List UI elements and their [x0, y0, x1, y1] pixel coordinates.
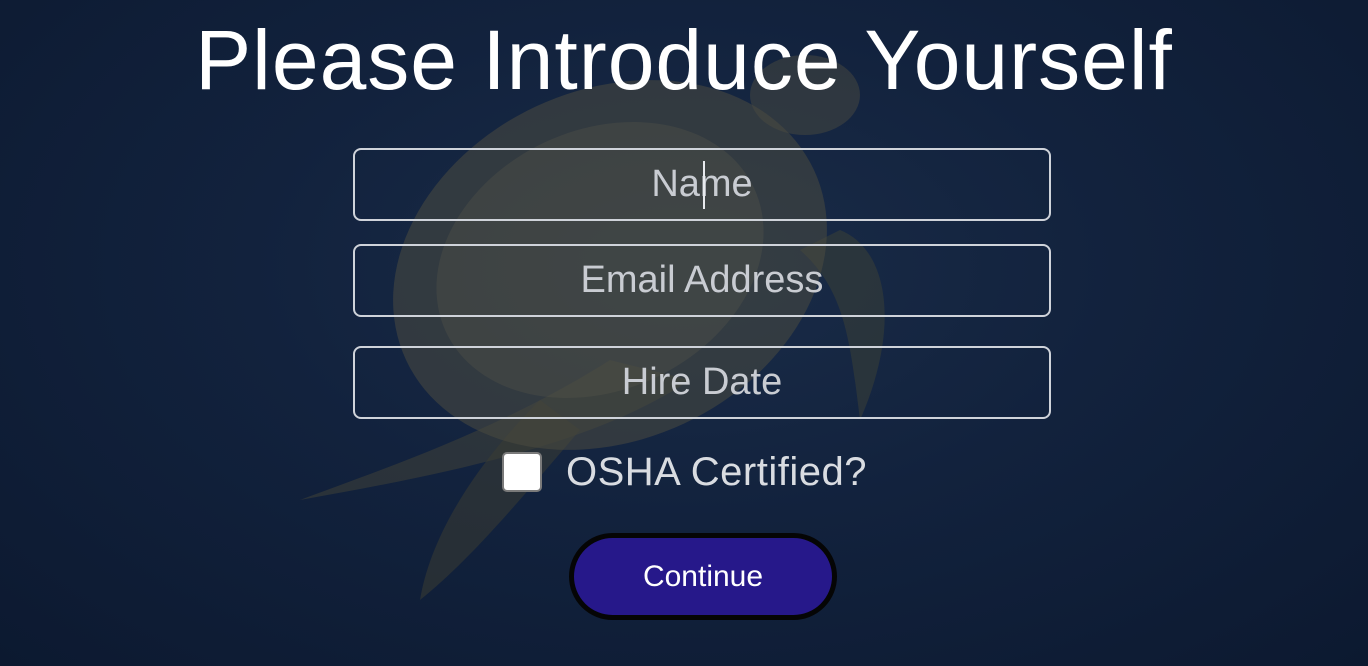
osha-certified-row[interactable]: OSHA Certified? — [502, 449, 867, 495]
hire-date-input[interactable] — [353, 346, 1051, 419]
continue-button[interactable]: Continue — [569, 533, 837, 620]
page-title: Please Introduce Yourself — [195, 13, 1173, 107]
osha-certified-checkbox[interactable] — [502, 452, 542, 492]
text-cursor — [703, 161, 705, 209]
name-input[interactable] — [353, 148, 1051, 221]
osha-certified-label: OSHA Certified? — [566, 449, 867, 494]
email-input[interactable] — [353, 244, 1051, 317]
